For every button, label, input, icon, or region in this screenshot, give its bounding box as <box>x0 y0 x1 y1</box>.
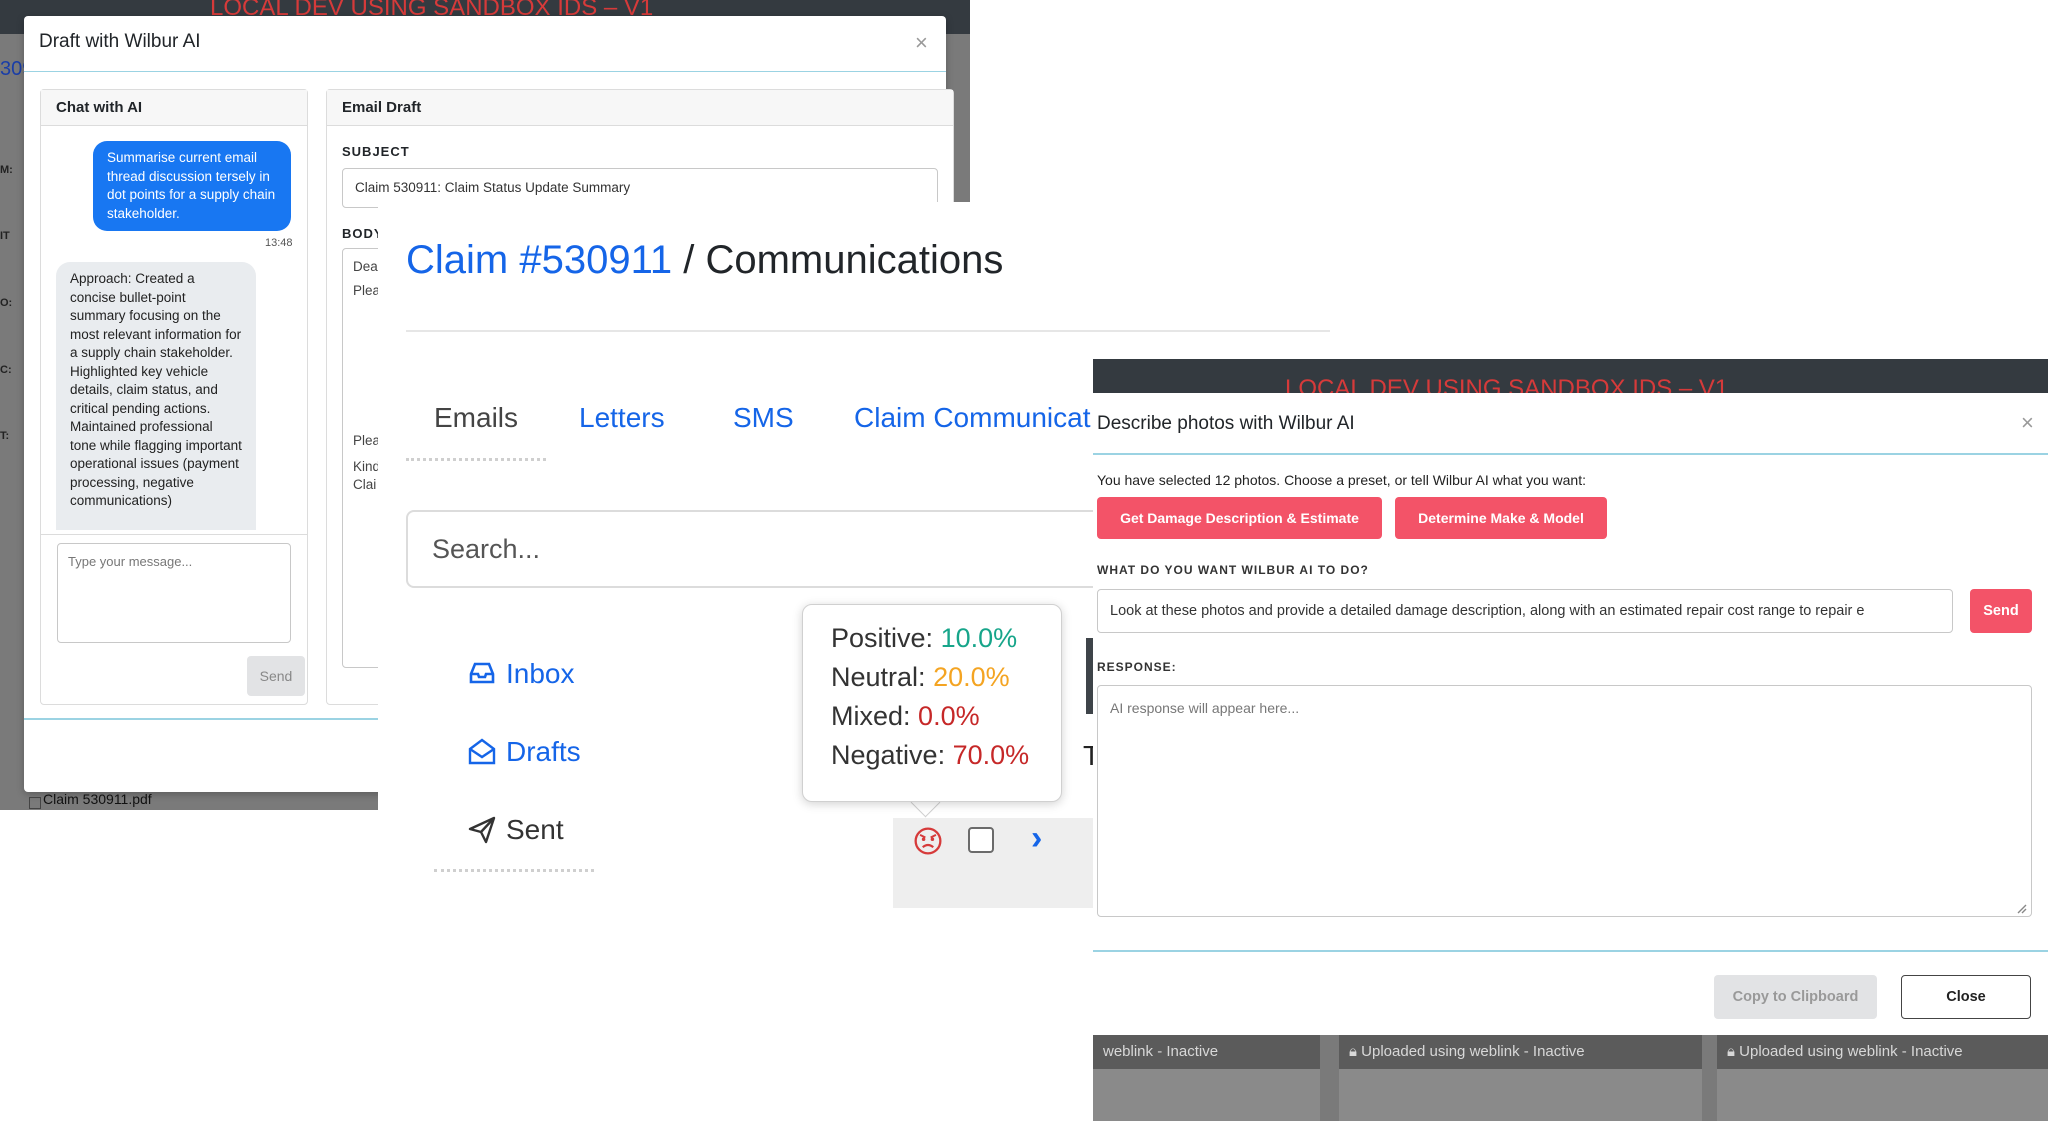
divider <box>406 330 1330 332</box>
chat-panel-heading: Chat with AI <box>41 90 307 126</box>
message-timestamp: 13:48 <box>265 237 293 249</box>
upload-status: 🔒︎ Uploaded using weblink - Inactive <box>1339 1035 1702 1069</box>
response-label: RESPONSE: <box>1097 660 1177 674</box>
divider <box>1093 950 2048 952</box>
sentiment-value: 20.0% <box>933 662 1010 692</box>
modal-title: Draft with Wilbur AI <box>39 31 201 52</box>
tab-sms[interactable]: SMS <box>733 402 794 434</box>
user-message-bubble: Summarise current email thread discussio… <box>93 141 291 231</box>
background-label: O: <box>0 297 13 309</box>
inbox-icon <box>469 662 495 684</box>
tab-claim-communications[interactable]: Claim Communicat <box>854 402 1091 434</box>
photo-thumbnail[interactable] <box>1717 1069 2048 1121</box>
sentiment-positive: Positive: 10.0% <box>831 623 1017 654</box>
sentiment-value: 10.0% <box>940 623 1018 653</box>
photos-window-backdrop: LOCAL DEV USING SANDBOX IDS – V1 Describ… <box>1093 359 2048 1121</box>
photo-thumbnail[interactable] <box>1093 1069 1320 1121</box>
angry-face-icon[interactable] <box>913 826 943 856</box>
damage-estimate-preset-button[interactable]: Get Damage Description & Estimate <box>1097 497 1382 539</box>
body-line: Plea <box>353 283 381 298</box>
chat-message-input[interactable]: Type your message... <box>57 543 291 643</box>
describe-photos-modal: Describe photos with Wilbur AI × You hav… <box>1093 393 2048 1035</box>
sentiment-negative: Negative: 70.0% <box>831 740 1029 771</box>
prompt-input[interactable]: Look at these photos and provide a detai… <box>1097 589 1953 633</box>
folder-sent[interactable]: Sent <box>506 814 564 846</box>
upload-status-text: weblink - Inactive <box>1103 1043 1219 1060</box>
body-line: Plea <box>353 433 381 448</box>
body-line: Clai <box>353 477 377 492</box>
photo-thumbnail[interactable] <box>1339 1069 1702 1121</box>
close-button[interactable]: Close <box>1901 975 2031 1019</box>
lock-icon: 🔒︎ <box>1349 1043 1357 1060</box>
page-title-text: Communications <box>705 238 1004 282</box>
attachment-filename[interactable]: Claim 530911.pdf <box>43 791 152 807</box>
sentiment-label: Positive: <box>831 623 934 653</box>
tab-emails[interactable]: Emails <box>434 402 518 434</box>
close-icon[interactable]: × <box>2021 410 2034 436</box>
divider <box>24 71 946 72</box>
body-line: Kind <box>353 459 381 474</box>
file-checkbox[interactable] <box>29 797 41 809</box>
background-label: M: <box>0 164 13 176</box>
drafts-envelope-icon <box>468 738 496 765</box>
active-tab-underline <box>406 458 546 461</box>
upload-status-text: Uploaded using weblink - Inactive <box>1739 1043 1963 1060</box>
folder-inbox[interactable]: Inbox <box>506 658 575 690</box>
tab-letters[interactable]: Letters <box>579 402 665 434</box>
divider <box>41 534 307 535</box>
claim-link[interactable]: Claim #530911 <box>406 238 672 282</box>
chat-send-button[interactable]: Send <box>247 656 305 696</box>
send-button[interactable]: Send <box>1970 589 2032 633</box>
page-title: Claim #530911 / Communications <box>406 238 1003 283</box>
lock-icon: 🔒︎ <box>1727 1043 1735 1060</box>
body-line: Dea <box>353 259 378 274</box>
upload-status-text: Uploaded using weblink - Inactive <box>1361 1043 1585 1060</box>
ai-message-bubble: Approach: Created a concise bullet-point… <box>56 262 256 530</box>
folder-drafts[interactable]: Drafts <box>506 736 581 768</box>
chevron-right-icon[interactable]: › <box>1031 819 1042 858</box>
close-icon[interactable]: × <box>915 30 928 56</box>
sentiment-tooltip: Positive: 10.0% Neutral: 20.0% Mixed: 0.… <box>802 604 1062 802</box>
modal-title: Describe photos with Wilbur AI <box>1097 413 1355 434</box>
resize-handle-icon[interactable] <box>2015 902 2027 914</box>
sentiment-value: 0.0% <box>918 701 980 731</box>
subject-label: SUBJECT <box>342 144 410 159</box>
email-draft-heading: Email Draft <box>327 90 953 126</box>
background-label: T: <box>0 430 10 442</box>
selection-info: You have selected 12 photos. Choose a pr… <box>1097 472 1586 488</box>
make-model-preset-button[interactable]: Determine Make & Model <box>1395 497 1607 539</box>
title-separator: / <box>672 238 706 282</box>
folder-divider <box>434 869 594 872</box>
paper-plane-icon <box>468 816 496 844</box>
search-input[interactable]: Search... <box>406 510 1166 588</box>
prompt-label: WHAT DO YOU WANT WILBUR AI TO DO? <box>1097 563 1369 577</box>
upload-status: 🔒︎ Uploaded using weblink - Inactive <box>1717 1035 2048 1069</box>
chat-panel: Chat with AI Summarise current email thr… <box>40 89 308 705</box>
sentiment-label: Mixed: <box>831 701 911 731</box>
sentiment-value: 70.0% <box>952 740 1030 770</box>
divider <box>1093 453 2048 455</box>
copy-to-clipboard-button[interactable]: Copy to Clipboard <box>1714 975 1877 1019</box>
sentiment-label: Neutral: <box>831 662 926 692</box>
background-label: IT <box>0 230 10 242</box>
row-checkbox[interactable] <box>968 827 994 853</box>
sentiment-neutral: Neutral: 20.0% <box>831 662 1010 693</box>
sentiment-label: Negative: <box>831 740 946 770</box>
background-label: C: <box>0 364 12 376</box>
upload-status: weblink - Inactive <box>1093 1035 1320 1069</box>
response-textarea[interactable]: AI response will appear here... <box>1097 685 2032 917</box>
sentiment-mixed: Mixed: 0.0% <box>831 701 980 732</box>
